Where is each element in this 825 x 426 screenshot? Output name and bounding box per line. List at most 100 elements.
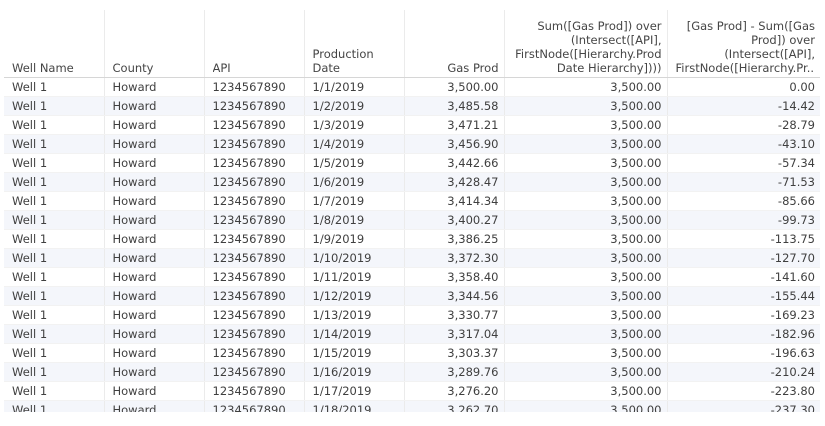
cell-county: Howard [104,267,205,287]
cell-county: Howard [104,191,205,211]
table-row[interactable]: Well 1 Howard 1234567890 1/3/2019 3,471.21 3,… [4,115,820,135]
cell-gas-prod: 3,317.04 [404,324,505,344]
cell-api: 1234567890 [204,267,305,287]
cell-gas-prod-difference: -14.42 [667,96,820,116]
cell-production-date: 1/2/2019 [304,96,405,116]
column-header-label: Gas Prod [447,61,499,75]
cell-well-name: Well 1 [4,362,105,382]
column-header-production-date[interactable]: Production Date [304,10,405,78]
cell-gas-prod-difference: -223.80 [667,381,820,401]
cell-sum-gas-prod: 3,500.00 [504,191,668,211]
cell-sum-gas-prod: 3,500.00 [504,381,668,401]
cell-gas-prod-difference: 0.00 [667,77,820,97]
column-header-gas-prod[interactable]: Gas Prod [404,10,505,78]
column-header-label: [Gas Prod] - Sum([Gas Prod]) over (Inter… [675,19,816,75]
cell-county: Howard [104,96,205,116]
table-row[interactable]: Well 1 Howard 1234567890 1/18/2019 3,262.70 3… [4,400,820,412]
column-header-well-name[interactable]: Well Name [4,10,105,78]
cell-production-date: 1/8/2019 [304,210,405,230]
data-table: Well Name County API Production Date Gas… [4,10,820,412]
table-row[interactable]: Well 1 Howard 1234567890 1/10/2019 3,372.30 3… [4,248,820,268]
cell-gas-prod: 3,400.27 [404,210,505,230]
cell-sum-gas-prod: 3,500.00 [504,286,668,306]
cell-api: 1234567890 [204,172,305,192]
table-row[interactable]: Well 1 Howard 1234567890 1/17/2019 3,276.20 3… [4,381,820,401]
cell-gas-prod: 3,428.47 [404,172,505,192]
cell-sum-gas-prod: 3,500.00 [504,96,668,116]
column-header-gas-prod-difference[interactable]: [Gas Prod] - Sum([Gas Prod]) over (Inter… [667,10,820,78]
table-row[interactable]: Well 1 Howard 1234567890 1/13/2019 3,330.77 3… [4,305,820,325]
table-row[interactable]: Well 1 Howard 1234567890 1/5/2019 3,442.66 3,… [4,153,820,173]
cell-sum-gas-prod: 3,500.00 [504,134,668,154]
cell-county: Howard [104,229,205,249]
cell-gas-prod-difference: -28.79 [667,115,820,135]
cell-well-name: Well 1 [4,400,105,412]
cell-production-date: 1/11/2019 [304,267,405,287]
cell-production-date: 1/1/2019 [304,77,405,97]
cell-api: 1234567890 [204,115,305,135]
cell-well-name: Well 1 [4,191,105,211]
cell-sum-gas-prod: 3,500.00 [504,153,668,173]
cell-gas-prod: 3,358.40 [404,267,505,287]
table-row[interactable]: Well 1 Howard 1234567890 1/12/2019 3,344.56 3… [4,286,820,306]
cell-api: 1234567890 [204,191,305,211]
cell-gas-prod-difference: -57.34 [667,153,820,173]
cell-gas-prod: 3,372.30 [404,248,505,268]
cell-gas-prod-difference: -169.23 [667,305,820,325]
cell-well-name: Well 1 [4,134,105,154]
cell-gas-prod-difference: -43.10 [667,134,820,154]
cell-gas-prod-difference: -182.96 [667,324,820,344]
header-row: Well Name County API Production Date Gas… [4,10,820,78]
table-row[interactable]: Well 1 Howard 1234567890 1/11/2019 3,358.40 3… [4,267,820,287]
cell-well-name: Well 1 [4,210,105,230]
cell-sum-gas-prod: 3,500.00 [504,229,668,249]
cell-well-name: Well 1 [4,305,105,325]
cell-api: 1234567890 [204,286,305,306]
cell-sum-gas-prod: 3,500.00 [504,400,668,412]
cell-gas-prod: 3,471.21 [404,115,505,135]
cell-gas-prod: 3,414.34 [404,191,505,211]
column-header-sum-gas-prod[interactable]: Sum([Gas Prod]) over (Intersect([API], F… [504,10,668,78]
table-row[interactable]: Well 1 Howard 1234567890 1/4/2019 3,456.90 3,… [4,134,820,154]
table-row[interactable]: Well 1 Howard 1234567890 1/8/2019 3,400.27 3,… [4,210,820,230]
cell-well-name: Well 1 [4,229,105,249]
data-table-panel[interactable]: Well Name County API Production Date Gas… [4,10,820,412]
cell-production-date: 1/12/2019 [304,286,405,306]
table-row[interactable]: Well 1 Howard 1234567890 1/6/2019 3,428.47 3,… [4,172,820,192]
cell-county: Howard [104,115,205,135]
table-row[interactable]: Well 1 Howard 1234567890 1/1/2019 3,500.00 3,… [4,77,820,97]
column-header-county[interactable]: County [104,10,205,78]
cell-gas-prod-difference: -237.30 [667,400,820,412]
table-row[interactable]: Well 1 Howard 1234567890 1/14/2019 3,317.04 3… [4,324,820,344]
cell-well-name: Well 1 [4,381,105,401]
cell-production-date: 1/10/2019 [304,248,405,268]
table-row[interactable]: Well 1 Howard 1234567890 1/2/2019 3,485.58 3,… [4,96,820,116]
cell-well-name: Well 1 [4,96,105,116]
table-row[interactable]: Well 1 Howard 1234567890 1/7/2019 3,414.34 3,… [4,191,820,211]
column-header-api[interactable]: API [204,10,305,78]
cell-well-name: Well 1 [4,343,105,363]
cell-production-date: 1/18/2019 [304,400,405,412]
cell-api: 1234567890 [204,381,305,401]
cell-production-date: 1/9/2019 [304,229,405,249]
table-row[interactable]: Well 1 Howard 1234567890 1/15/2019 3,303.37 3… [4,343,820,363]
column-header-label: Sum([Gas Prod]) over (Intersect([API], F… [515,19,662,75]
table-row[interactable]: Well 1 Howard 1234567890 1/9/2019 3,386.25 3,… [4,229,820,249]
cell-production-date: 1/3/2019 [304,115,405,135]
cell-gas-prod: 3,303.37 [404,343,505,363]
cell-county: Howard [104,153,205,173]
cell-production-date: 1/16/2019 [304,362,405,382]
cell-county: Howard [104,172,205,192]
cell-well-name: Well 1 [4,324,105,344]
cell-api: 1234567890 [204,400,305,412]
cell-production-date: 1/17/2019 [304,381,405,401]
column-header-label: Well Name [12,61,74,75]
cell-production-date: 1/4/2019 [304,134,405,154]
cell-well-name: Well 1 [4,77,105,97]
cell-gas-prod: 3,442.66 [404,153,505,173]
table-row[interactable]: Well 1 Howard 1234567890 1/16/2019 3,289.76 3… [4,362,820,382]
cell-api: 1234567890 [204,134,305,154]
cell-gas-prod: 3,456.90 [404,134,505,154]
cell-sum-gas-prod: 3,500.00 [504,324,668,344]
cell-sum-gas-prod: 3,500.00 [504,362,668,382]
